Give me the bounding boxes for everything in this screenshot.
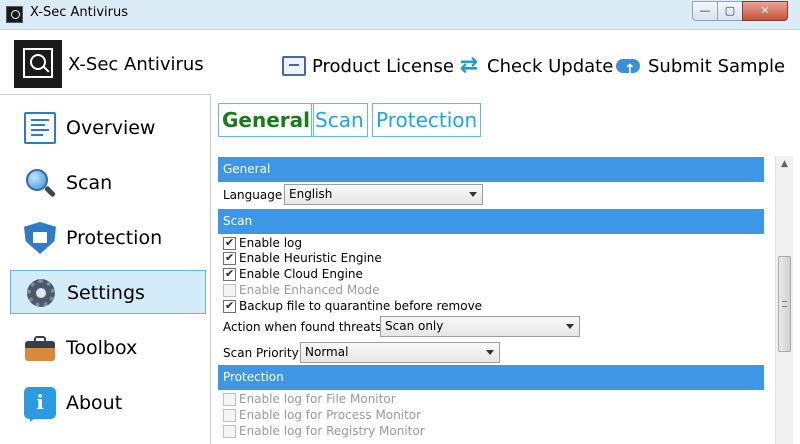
language-value: English: [289, 187, 333, 201]
checkbox: [223, 392, 236, 406]
enable-cloud-engine-checkbox[interactable]: Enable Cloud Engine: [223, 266, 363, 282]
checkbox-label: Enable log: [239, 236, 302, 250]
checkbox[interactable]: [223, 251, 236, 265]
checkbox: [223, 283, 236, 297]
checkbox[interactable]: [223, 236, 236, 250]
threat-action-value: Scan only: [385, 319, 444, 333]
sidebar-item-settings[interactable]: Settings: [10, 270, 206, 314]
license-icon: [282, 56, 306, 76]
checkbox: [223, 408, 236, 422]
submit-sample-button[interactable]: ↑ Submit Sample: [616, 52, 785, 80]
sidebar-item-overview[interactable]: Overview: [10, 106, 206, 150]
sidebar-item-label: About: [66, 392, 123, 414]
maximize-button[interactable]: ▢: [717, 1, 743, 21]
checkbox-label: Enable log for Process Monitor: [239, 408, 422, 422]
chevron-down-icon: [469, 192, 477, 197]
chevron-down-icon: [486, 350, 494, 355]
enable-log-checkbox[interactable]: Enable log: [223, 235, 302, 251]
cloud-upload-icon: ↑: [616, 55, 642, 77]
product-license-label: Product License: [312, 55, 454, 77]
tab-protection[interactable]: Protection: [372, 103, 482, 137]
check-update-button[interactable]: ⇄ Check Update: [457, 52, 614, 80]
sidebar-item-label: Scan: [66, 172, 113, 194]
sidebar-item-protection[interactable]: Protection: [10, 216, 206, 260]
scan-priority-label: Scan Priority: [223, 346, 299, 360]
gear-icon: [25, 277, 57, 309]
sidebar-item-about[interactable]: About: [10, 381, 206, 425]
threat-action-select[interactable]: Scan only: [380, 316, 580, 337]
app-name: X-Sec Antivirus: [68, 54, 204, 75]
checkbox-label: Enable Cloud Engine: [239, 267, 363, 281]
info-icon: [24, 387, 56, 422]
scan-priority-value: Normal: [305, 345, 349, 359]
checkbox-label: Backup file to quarantine before remove: [239, 299, 483, 313]
checkbox-label: Enable log for File Monitor: [239, 392, 396, 406]
toolbox-icon: [24, 332, 56, 364]
window-title: X-Sec Antivirus: [30, 5, 128, 20]
language-select[interactable]: English: [284, 184, 483, 205]
backup-quarantine-checkbox[interactable]: Backup file to quarantine before remove: [223, 298, 482, 314]
checkbox-label: Enable Heuristic Engine: [239, 251, 382, 265]
section-header-scan: Scan: [218, 209, 764, 234]
scan-priority-select[interactable]: Normal: [300, 342, 500, 363]
sidebar-item-label: Settings: [67, 282, 145, 304]
scrollbar-thumb[interactable]: [778, 256, 791, 352]
language-label: Language: [223, 188, 283, 202]
checkbox[interactable]: [223, 299, 236, 313]
section-header-protection: Protection: [218, 365, 764, 390]
sidebar-item-toolbox[interactable]: Toolbox: [10, 326, 206, 370]
vertical-scrollbar[interactable]: ▲: [775, 156, 793, 444]
registry-monitor-log-checkbox: Enable log for Registry Monitor: [223, 423, 425, 439]
section-header-general: General: [218, 157, 764, 182]
threat-action-row: Action when found threats: [223, 319, 382, 335]
enable-enhanced-mode-checkbox: Enable Enhanced Mode: [223, 282, 380, 298]
file-monitor-log-checkbox: Enable log for File Monitor: [223, 391, 396, 407]
scan-priority-row: Scan Priority: [223, 345, 299, 361]
tab-general[interactable]: General: [218, 103, 314, 137]
enable-heuristic-engine-checkbox[interactable]: Enable Heuristic Engine: [223, 250, 382, 266]
checkbox[interactable]: [223, 267, 236, 281]
product-license-button[interactable]: Product License: [282, 52, 454, 80]
chevron-down-icon: [566, 324, 574, 329]
threat-action-label: Action when found threats: [223, 320, 382, 334]
checkbox-label: Enable log for Registry Monitor: [239, 424, 425, 438]
sidebar-item-label: Toolbox: [66, 337, 138, 359]
checkbox-label: Enable Enhanced Mode: [239, 283, 380, 297]
settings-panel: General Language English Scan Enable log…: [217, 156, 793, 444]
scroll-up-arrow-icon[interactable]: ▲: [776, 156, 793, 173]
app-logo-icon: [14, 40, 62, 88]
close-button[interactable]: ✕: [742, 1, 788, 21]
submit-sample-label: Submit Sample: [648, 55, 786, 77]
check-update-label: Check Update: [487, 55, 614, 77]
sidebar-item-label: Protection: [66, 227, 163, 249]
checkbox: [223, 424, 236, 438]
overview-icon: [24, 112, 56, 144]
magnifier-icon: [24, 167, 57, 199]
tab-scan[interactable]: Scan: [311, 103, 368, 137]
language-row: Language: [223, 187, 282, 203]
sidebar-item-label: Overview: [66, 117, 156, 139]
process-monitor-log-checkbox: Enable log for Process Monitor: [223, 407, 421, 423]
title-bar: X-Sec Antivirus — ▢ ✕: [0, 0, 800, 30]
sidebar-item-scan[interactable]: Scan: [10, 161, 206, 205]
app-window-icon: [6, 6, 23, 23]
minimize-button[interactable]: —: [692, 1, 718, 21]
refresh-icon: ⇄: [459, 53, 479, 78]
shield-icon: [24, 222, 56, 254]
